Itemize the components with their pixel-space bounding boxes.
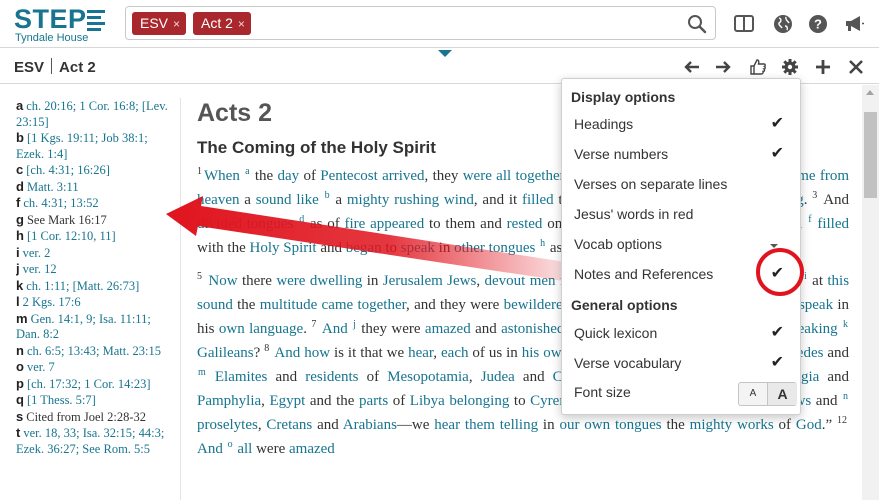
font-larger-button[interactable]: A <box>768 383 797 405</box>
note-item: p [ch. 17:32; 1 Cor. 14:23] <box>16 375 151 391</box>
note-reference-link[interactable]: Matt. 3:11 <box>27 180 79 194</box>
step-logo[interactable]: STEP Tyndale House <box>14 4 114 46</box>
search-icon[interactable] <box>687 14 707 34</box>
globe-icon[interactable] <box>772 13 794 35</box>
note-item: g See Mark 16:17 <box>16 211 107 227</box>
check-icon: ✔ <box>770 324 784 341</box>
note-item: j ver. 12 <box>16 261 57 276</box>
option-verse-vocabulary[interactable]: Verse vocabulary ✔ <box>574 350 794 376</box>
check-icon: ✔ <box>770 354 784 371</box>
option-headings[interactable]: Headings ✔ <box>574 111 794 137</box>
note-reference-link[interactable]: [1 Thess. 5:7] <box>27 393 96 407</box>
close-icon[interactable] <box>847 58 865 76</box>
note-reference-link[interactable]: 2 Kgs. 17:6 <box>23 295 81 309</box>
arrow-left-icon[interactable] <box>683 58 701 76</box>
note-item: b [1 Kgs. 19:11; Job 38:1; Ezek. 1:4] <box>16 130 148 161</box>
logo-subtitle: Tyndale House <box>15 32 89 44</box>
font-smaller-button[interactable]: A <box>739 383 768 405</box>
note-item: a ch. 20:16; 1 Cor. 16:8; [Lev. 23:15] <box>16 98 168 129</box>
note-reference-link[interactable]: ver. 18, 33; Isa. 32:15; 44:3; Ezek. 36:… <box>16 426 164 456</box>
note-item: h [1 Cor. 12:10, 11] <box>16 228 116 243</box>
tag-label: ESV <box>140 15 169 31</box>
note-reference-link[interactable]: [ch. 4:31; 16:26] <box>26 163 110 177</box>
note-item: f ch. 4:31; 13:52 <box>16 195 99 210</box>
note-reference-link[interactable]: [1 Cor. 12:10, 11] <box>27 229 116 243</box>
search-input[interactable]: ESV × Act 2 × <box>125 6 716 40</box>
option-verse-numbers[interactable]: Verse numbers ✔ <box>574 141 794 167</box>
check-icon: ✔ <box>770 145 784 162</box>
note-item: n ch. 6:5; 13:43; Matt. 23:15 <box>16 342 161 358</box>
note-reference-link[interactable]: ch. 4:31; 13:52 <box>23 196 98 210</box>
font-size-buttons: A A <box>738 382 797 406</box>
option-verses-separate-lines[interactable]: Verses on separate lines <box>574 171 794 197</box>
search-tag-reference[interactable]: Act 2 × <box>193 12 251 35</box>
plus-icon[interactable] <box>814 58 832 76</box>
search-tag-version[interactable]: ESV × <box>132 12 187 35</box>
tag-label: Act 2 <box>201 15 233 31</box>
top-bar: STEP Tyndale House ESV × Act 2 × ? <box>0 0 879 48</box>
note-reference-link[interactable]: ch. 20:16; 1 Cor. 16:8; [Lev. 23:15] <box>16 99 168 129</box>
note-reference-text: See Mark 16:17 <box>26 212 107 227</box>
note-item: s Cited from Joel 2:28-32 <box>16 408 147 424</box>
note-item: q [1 Thess. 5:7] <box>16 392 96 407</box>
option-vocab-options[interactable]: Vocab options <box>574 231 794 257</box>
general-options-heading: General options <box>571 297 678 313</box>
note-item: t ver. 18, 33; Isa. 32:15; 44:3; Ezek. 36… <box>16 425 165 456</box>
thumbs-up-icon[interactable] <box>749 58 767 76</box>
scroll-up-icon[interactable] <box>866 90 874 95</box>
check-icon: ✔ <box>770 115 784 132</box>
note-item: i ver. 2 <box>16 244 51 260</box>
help-icon[interactable]: ? <box>807 13 829 35</box>
note-reference-link[interactable]: [ch. 17:32; 1 Cor. 14:23] <box>27 377 151 391</box>
display-options-heading: Display options <box>571 89 676 105</box>
arrow-right-icon[interactable] <box>714 58 732 76</box>
note-reference-link[interactable]: ch. 6:5; 13:43; Matt. 23:15 <box>27 344 161 358</box>
logo-lines-icon <box>87 10 105 31</box>
note-item: o ver. 7 <box>16 359 55 374</box>
scroll-thumb[interactable] <box>864 112 877 198</box>
reference-label: Act 2 <box>59 59 96 76</box>
columns-icon[interactable] <box>733 13 755 35</box>
logo-text: STEP <box>14 4 87 34</box>
notes-references-column: a ch. 20:16; 1 Cor. 16:8; [Lev. 23:15] b[… <box>16 98 176 500</box>
remove-tag-icon[interactable]: × <box>238 17 245 31</box>
note-reference-link[interactable]: ver. 7 <box>27 360 55 374</box>
note-item: m Gen. 14:1, 9; Isa. 11:11; Dan. 8:2 <box>16 310 151 342</box>
gear-icon[interactable] <box>781 58 799 76</box>
option-jesus-words-red[interactable]: Jesus' words in red <box>574 201 794 227</box>
note-reference-link[interactable]: ver. 12 <box>23 262 57 276</box>
note-reference-text: Cited from Joel 2:28-32 <box>26 409 147 424</box>
passage-tab[interactable]: ESV Act 2 <box>14 58 96 77</box>
remove-tag-icon[interactable]: × <box>173 17 180 31</box>
version-label: ESV <box>14 59 45 76</box>
column-divider <box>180 98 181 500</box>
note-reference-link[interactable]: Gen. 14:1, 9; Isa. 11:11; Dan. 8:2 <box>16 312 151 342</box>
display-options-menu: Display options Headings ✔ Verse numbers… <box>561 78 801 415</box>
megaphone-icon[interactable] <box>843 13 865 35</box>
annotation-circle <box>756 248 804 296</box>
note-item: c [ch. 4:31; 16:26] <box>16 162 110 177</box>
option-quick-lexicon[interactable]: Quick lexicon ✔ <box>574 320 794 346</box>
active-pane-caret <box>438 50 452 57</box>
note-reference-link[interactable]: ver. 2 <box>23 246 51 260</box>
svg-text:?: ? <box>814 17 822 32</box>
note-item: d Matt. 3:11 <box>16 178 79 194</box>
note-reference-link[interactable]: [1 Kgs. 19:11; Job 38:1; Ezek. 1:4] <box>16 131 148 161</box>
vertical-scrollbar[interactable] <box>862 85 879 500</box>
note-item: l2 Kgs. 17:6 <box>16 294 81 309</box>
note-item: k ch. 1:11; [Matt. 26:73] <box>16 277 140 293</box>
note-reference-link[interactable]: ch. 1:11; [Matt. 26:73] <box>26 279 139 293</box>
